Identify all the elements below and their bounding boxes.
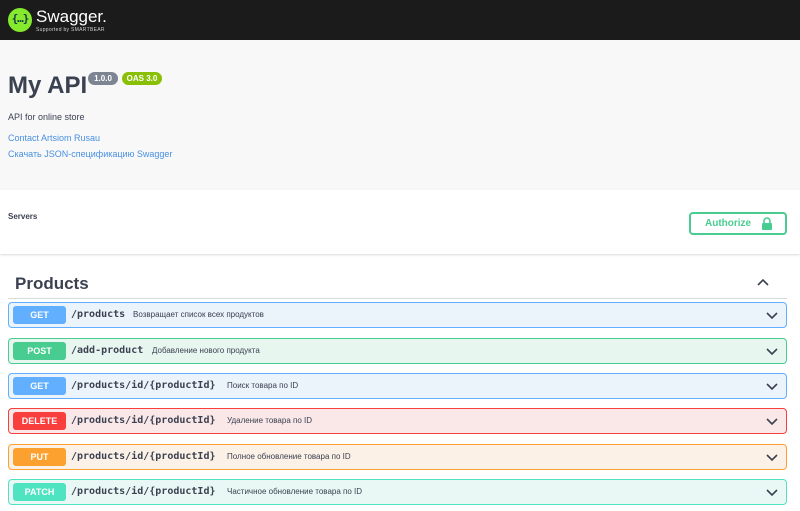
operation-summary: Поиск товара по ID: [227, 381, 299, 390]
method-badge: POST: [13, 342, 66, 360]
swagger-logo-icon[interactable]: {…}: [8, 8, 32, 32]
download-spec-link[interactable]: Скачать JSON-спецификацию Swagger: [8, 149, 172, 159]
topbar: {…} Swagger. Supported by SMARTBEAR: [0, 0, 800, 40]
chevron-down-icon[interactable]: [766, 310, 778, 320]
operation-path: /add-product: [71, 345, 144, 356]
method-badge: GET: [13, 306, 66, 324]
operation-patch-product[interactable]: PATCH /products/id/{productId} Частичное…: [8, 479, 787, 505]
servers-label: Servers: [8, 212, 38, 221]
chevron-down-icon[interactable]: [766, 487, 778, 497]
operation-path: /products/id/{productId}: [71, 415, 216, 426]
api-title: My API: [8, 72, 88, 99]
chevron-up-icon[interactable]: [756, 275, 770, 289]
logo-glyph: {…}: [11, 12, 30, 25]
operation-summary: Полное обновление товара по ID: [227, 452, 351, 461]
operation-path: /products: [71, 309, 126, 320]
operation-summary: Удаление товара по ID: [227, 416, 313, 425]
method-badge: PUT: [13, 448, 66, 466]
operation-path: /products/id/{productId}: [71, 486, 216, 497]
operation-get-products[interactable]: GET /products Возвращает список всех про…: [8, 302, 787, 328]
api-info-section: My API 1.0.0 OAS 3.0 API for online stor…: [0, 40, 800, 190]
api-description: API for online store: [8, 112, 85, 122]
brand-name[interactable]: Swagger.: [36, 8, 107, 26]
lock-icon: [762, 217, 772, 230]
chevron-down-icon[interactable]: [766, 416, 778, 426]
operation-put-product[interactable]: PUT /products/id/{productId} Полное обно…: [8, 444, 787, 470]
chevron-down-icon[interactable]: [766, 346, 778, 356]
authorize-label: Authorize: [705, 218, 752, 229]
operation-get-product-by-id[interactable]: GET /products/id/{productId} Поиск товар…: [8, 373, 787, 399]
version-badge: 1.0.0: [88, 72, 118, 85]
method-badge: PATCH: [13, 483, 66, 501]
chevron-down-icon[interactable]: [766, 381, 778, 391]
operation-summary: Возвращает список всех продуктов: [133, 310, 264, 319]
operation-path: /products/id/{productId}: [71, 380, 216, 391]
operation-summary: Добавление нового продукта: [152, 346, 260, 355]
contact-link[interactable]: Contact Artsiom Rusau: [8, 133, 100, 143]
tag-header-products[interactable]: Products: [8, 265, 787, 299]
operation-path: /products/id/{productId}: [71, 451, 216, 462]
chevron-down-icon[interactable]: [766, 452, 778, 462]
authorize-button[interactable]: Authorize: [689, 212, 787, 235]
operation-summary: Частичное обновление товара по ID: [227, 487, 363, 496]
oas-badge: OAS 3.0: [122, 72, 162, 85]
operation-delete-product[interactable]: DELETE /products/id/{productId} Удаление…: [8, 408, 787, 434]
brand-subtitle: Supported by SMARTBEAR: [36, 27, 105, 33]
tag-title: Products: [15, 274, 89, 293]
method-badge: DELETE: [13, 412, 66, 430]
method-badge: GET: [13, 377, 66, 395]
operation-post-add-product[interactable]: POST /add-product Добавление нового прод…: [8, 338, 787, 364]
scheme-container: Servers Authorize: [0, 190, 800, 254]
